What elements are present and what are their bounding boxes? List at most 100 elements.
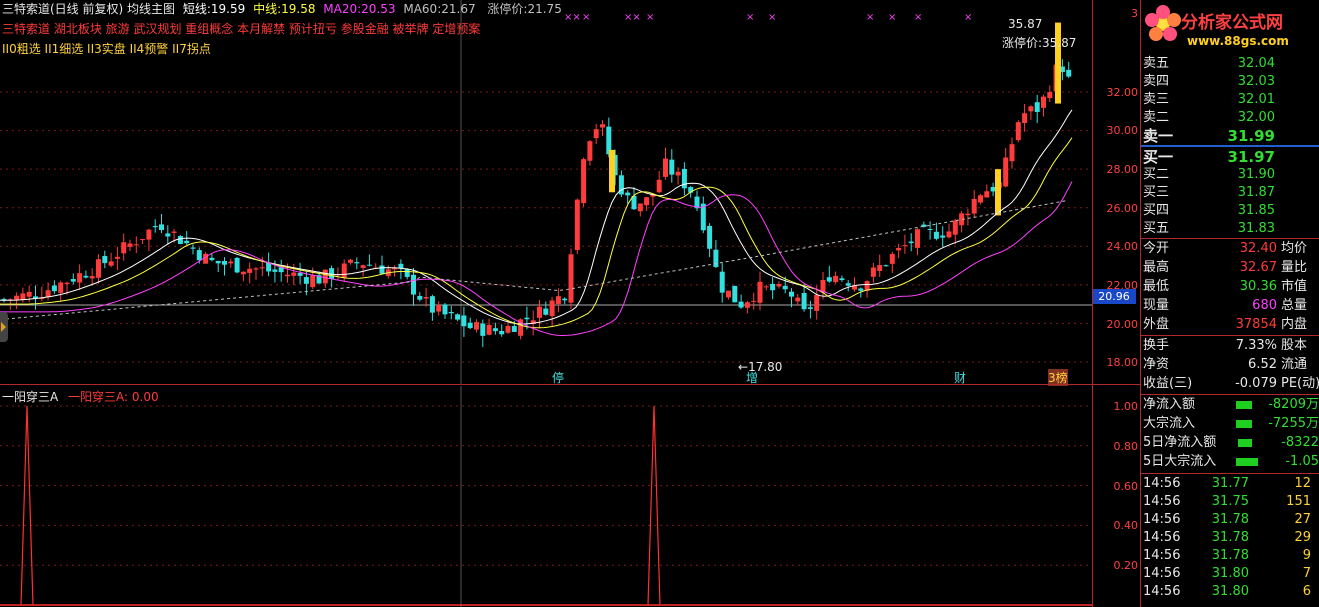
limit-up-candle bbox=[995, 169, 1001, 216]
tick-row: 14:56 31.80 6 bbox=[1141, 583, 1319, 601]
bid-row[interactable]: 买三 31.87 bbox=[1141, 184, 1319, 202]
stat-label: 量比 bbox=[1281, 260, 1308, 275]
bid-row[interactable]: 买五 31.83 bbox=[1141, 220, 1319, 238]
candle-body bbox=[291, 272, 297, 276]
tick-time: 14:56 bbox=[1143, 494, 1181, 509]
selector-tabs[interactable]: II0粗选 II1细选 II3实盘 II4预警 II7拐点 bbox=[2, 40, 211, 57]
flow-value: -8209万 bbox=[1268, 397, 1319, 412]
candle-body bbox=[45, 290, 51, 298]
axis-divider bbox=[1092, 0, 1093, 607]
candle-body bbox=[1047, 92, 1053, 99]
candle-body bbox=[442, 304, 448, 315]
candle-body bbox=[26, 292, 32, 297]
tick-price: 31.80 bbox=[1211, 584, 1249, 599]
bid-row[interactable]: 买二 31.90 bbox=[1141, 166, 1319, 184]
candle-body bbox=[64, 282, 70, 284]
concept-tags[interactable]: 三特索道 湖北板块 旅游 武汉规划 重组概念 本月解禁 预计扭亏 参股金融 被举… bbox=[2, 20, 480, 37]
candle-body bbox=[952, 220, 958, 235]
candle-body bbox=[807, 307, 813, 309]
flow-row: 5日净流入额 -8322 bbox=[1141, 434, 1319, 452]
candle-body bbox=[726, 290, 731, 298]
candle-body bbox=[467, 322, 473, 329]
ask-price: 32.00 bbox=[1237, 110, 1275, 125]
candle-body bbox=[474, 322, 479, 330]
candle-body bbox=[455, 314, 461, 320]
candle-body bbox=[1041, 96, 1046, 108]
candle-body bbox=[751, 300, 757, 302]
candle-body bbox=[171, 231, 177, 233]
ask-row[interactable]: 卖三 32.01 bbox=[1141, 91, 1319, 109]
candle-body bbox=[58, 282, 64, 293]
stat-row: 今开 32.40 均价 bbox=[1141, 240, 1319, 258]
candle-body bbox=[839, 278, 845, 281]
bid-price: 31.87 bbox=[1237, 185, 1275, 200]
candle-body bbox=[984, 191, 990, 198]
candle-body bbox=[814, 294, 820, 311]
indicator-spike bbox=[647, 405, 661, 606]
axis-label: 20.00 bbox=[1106, 318, 1139, 331]
stat-label: 换手 bbox=[1143, 338, 1170, 353]
bid-label: 买五 bbox=[1143, 221, 1170, 236]
ask-price: 32.01 bbox=[1237, 92, 1275, 107]
candle-body bbox=[77, 273, 83, 283]
flow-label: 净流入额 bbox=[1143, 397, 1196, 412]
candle-body bbox=[354, 262, 360, 264]
main-chart-area[interactable]: ×× × ×× × × × × × × × bbox=[0, 0, 1092, 384]
ask-price: 32.03 bbox=[1237, 74, 1275, 89]
ask-row[interactable]: 卖五 32.04 bbox=[1141, 55, 1319, 73]
candle-body bbox=[549, 300, 555, 317]
bid-row[interactable]: 买一 31.97 bbox=[1141, 148, 1319, 166]
candle-body bbox=[310, 275, 316, 288]
signal-marker: × bbox=[866, 12, 874, 23]
bid-price: 31.85 bbox=[1237, 203, 1275, 218]
indicator-chart[interactable] bbox=[0, 386, 1092, 607]
ask-row[interactable]: 卖一 31.99 bbox=[1141, 127, 1319, 145]
candle-body bbox=[499, 330, 505, 335]
indicator-axis-label: 0.40 bbox=[1113, 519, 1139, 532]
candle-body bbox=[127, 243, 133, 247]
spread-divider bbox=[1141, 145, 1319, 147]
flower-logo-icon bbox=[1145, 5, 1181, 41]
ma60-value: 21.67 bbox=[441, 2, 476, 16]
candle-body bbox=[152, 226, 158, 228]
bid-row[interactable]: 买四 31.85 bbox=[1141, 202, 1319, 220]
candle-body bbox=[133, 244, 139, 246]
ask-row[interactable]: 卖四 32.03 bbox=[1141, 73, 1319, 91]
candle-body bbox=[990, 186, 996, 192]
candle-body bbox=[140, 239, 146, 241]
tick-row: 14:56 31.78 9 bbox=[1141, 547, 1319, 565]
candlestick-chart[interactable]: ×× × ×× × × × × × × × bbox=[0, 0, 1092, 384]
ma20-line bbox=[0, 181, 1073, 336]
ma20-value: 20.53 bbox=[361, 2, 396, 16]
candle-body bbox=[429, 296, 435, 313]
ma-mid-value: 19.58 bbox=[281, 2, 316, 16]
tick-time: 14:56 bbox=[1143, 548, 1181, 563]
candle-body bbox=[568, 254, 574, 303]
candle-body bbox=[1066, 69, 1072, 77]
flow-value: -8322 bbox=[1281, 435, 1319, 450]
candle-body bbox=[902, 245, 908, 247]
candle-body bbox=[663, 158, 668, 177]
tick-row: 14:56 31.78 29 bbox=[1141, 529, 1319, 547]
candle-body bbox=[562, 298, 568, 301]
candle-body bbox=[461, 315, 467, 327]
candle-body bbox=[1028, 106, 1034, 112]
ma60-label: MA60: bbox=[403, 2, 442, 16]
candle-body bbox=[889, 253, 895, 264]
indicator-axis-label: 0.60 bbox=[1113, 480, 1139, 493]
stat-value: 680 bbox=[1252, 298, 1277, 313]
candle-body bbox=[600, 124, 605, 128]
candle-body bbox=[933, 231, 939, 239]
candle-body bbox=[404, 269, 410, 277]
candle-body bbox=[505, 325, 511, 333]
candle-body bbox=[795, 297, 801, 302]
stat-label: 收益(三) bbox=[1143, 376, 1193, 391]
panel-collapse-handle[interactable] bbox=[0, 312, 8, 342]
candle-body bbox=[669, 159, 675, 175]
flow-row: 5日大宗流入 -1.05 bbox=[1141, 453, 1319, 471]
ma60-line bbox=[0, 199, 1069, 321]
ma-short-label: 短线: bbox=[182, 2, 211, 16]
candle-body bbox=[656, 179, 662, 193]
candle-body bbox=[177, 236, 183, 244]
ask-row[interactable]: 卖二 32.00 bbox=[1141, 109, 1319, 127]
